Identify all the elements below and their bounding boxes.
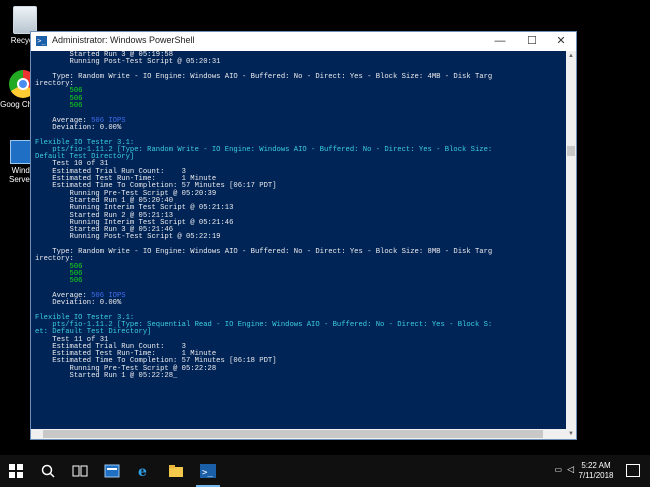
console-line: Default Test Directory]: [35, 153, 135, 162]
console-line: irectory:: [35, 255, 74, 264]
clock-date: 7/11/2018: [578, 471, 614, 480]
console-lines: Started Run 3 @ 05:19:58 Running Post-Te…: [31, 51, 566, 380]
maximize-button[interactable]: ☐: [517, 32, 547, 51]
console-line: 506: [35, 269, 83, 278]
console-line: et: Default Test Directory]: [35, 328, 152, 337]
console-line: Running Post-Test Script @ 05:20:31: [35, 58, 221, 67]
minimize-button[interactable]: —: [485, 32, 515, 51]
powershell-icon: >_: [36, 36, 47, 46]
console-line: 506: [35, 102, 83, 111]
console-line: 506: [35, 87, 83, 96]
task-view-icon: [72, 465, 88, 477]
console-line: Deviation: 0.00%: [35, 123, 122, 132]
network-icon[interactable]: ▭: [554, 465, 562, 474]
console-line: irectory:: [35, 80, 74, 89]
powershell-window[interactable]: >_ Administrator: Windows PowerShell — ☐…: [30, 31, 577, 440]
console-line: Running Post-Test Script @ 05:22:19: [35, 233, 221, 242]
start-button[interactable]: [0, 455, 32, 487]
recycle-bin-icon: [13, 6, 37, 34]
server-manager-taskbar[interactable]: [96, 455, 128, 487]
scroll-down-icon[interactable]: ▼: [566, 429, 576, 439]
windows-logo-icon: [9, 464, 23, 478]
console-line: Type: Random Write - IO Engine: Windows …: [35, 248, 493, 257]
volume-icon[interactable]: ◁: [567, 464, 574, 475]
scroll-thumb[interactable]: [567, 146, 575, 156]
console-line: 506: [35, 277, 83, 286]
internet-explorer-taskbar[interactable]: e: [128, 455, 160, 487]
window-title: Administrator: Windows PowerShell: [52, 35, 195, 45]
vertical-scrollbar[interactable]: ▲ ▼: [566, 51, 576, 439]
svg-text:>_: >_: [202, 468, 213, 478]
console-line: Type: Random Write - IO Engine: Windows …: [35, 72, 493, 81]
clock[interactable]: 5:22 AM 7/11/2018: [574, 461, 618, 481]
folder-icon: [169, 465, 183, 477]
server-manager-icon: [104, 464, 120, 478]
task-view-button[interactable]: [64, 455, 96, 487]
powershell-icon: >_: [200, 464, 216, 478]
search-button[interactable]: [32, 455, 64, 487]
console-line: Started Run 1 @ 05:22:28_: [35, 372, 178, 381]
console-line: 506: [35, 262, 83, 271]
console-output[interactable]: Started Run 3 @ 05:19:58 Running Post-Te…: [31, 51, 566, 439]
powershell-taskbar[interactable]: >_: [192, 455, 224, 487]
search-icon: [41, 464, 55, 478]
clock-time: 5:22 AM: [581, 461, 611, 470]
console-line: Deviation: 0.00%: [35, 299, 122, 308]
notifications-icon[interactable]: [626, 464, 640, 477]
console-line: 506: [35, 94, 83, 103]
ie-icon: e: [138, 464, 147, 479]
taskbar: e >_ ▭ ◁ 5:22 AM 7/11/2018: [0, 455, 650, 487]
file-explorer-taskbar[interactable]: [160, 455, 192, 487]
close-button[interactable]: ✕: [546, 32, 576, 51]
svg-text:e: e: [138, 464, 147, 479]
window-titlebar[interactable]: >_ Administrator: Windows PowerShell — ☐…: [31, 32, 576, 51]
horizontal-scrollbar[interactable]: [31, 429, 566, 439]
horizontal-scroll-thumb[interactable]: [43, 430, 543, 438]
scroll-up-icon[interactable]: ▲: [566, 51, 576, 61]
